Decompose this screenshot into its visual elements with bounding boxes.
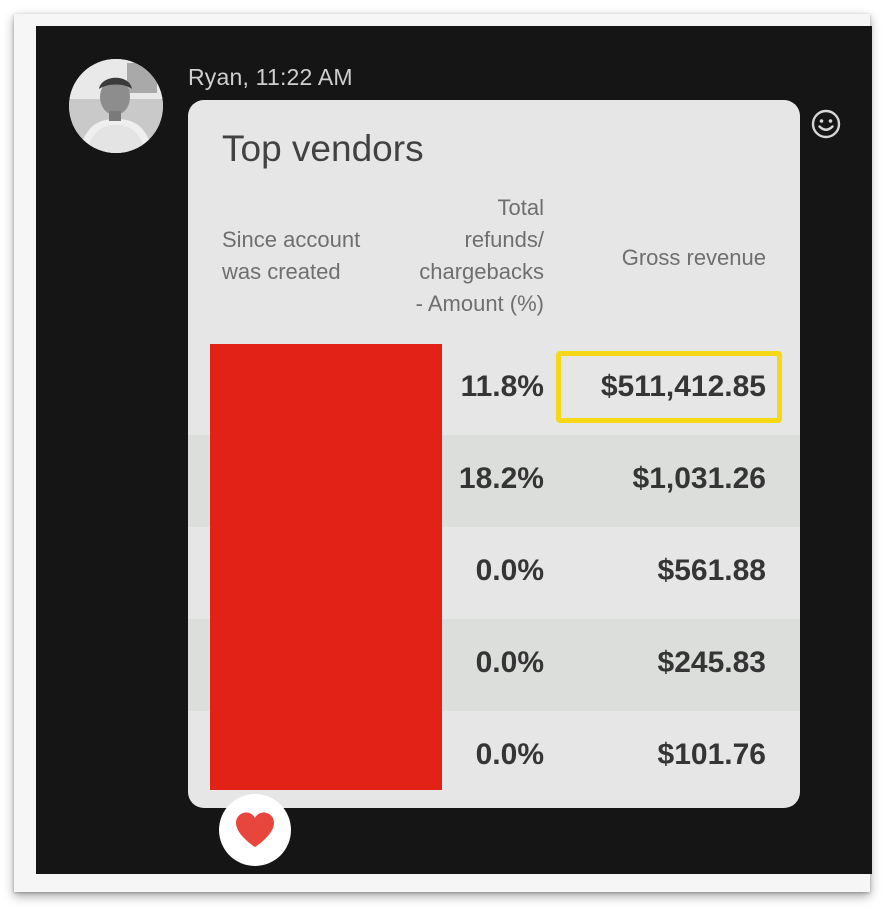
highlight-box xyxy=(556,351,782,423)
card-title: Top vendors xyxy=(222,128,424,169)
column-header-gross-revenue: Gross revenue xyxy=(621,245,766,270)
chat-pane: Ryan, 11:22 AM Top vendors Since account… xyxy=(36,26,872,874)
gross-revenue: $561.88 xyxy=(657,554,766,587)
column-header-refunds: Total refunds/ chargebacks - Amount (%) xyxy=(415,195,544,316)
smiley-icon xyxy=(811,109,841,139)
message-sender-time: Ryan, 11:22 AM xyxy=(188,64,353,90)
avatar-photo xyxy=(69,59,163,153)
gross-revenue: $245.83 xyxy=(657,646,766,679)
add-reaction-button[interactable] xyxy=(808,106,844,142)
screenshot-frame: Ryan, 11:22 AM Top vendors Since account… xyxy=(14,14,872,892)
avatar[interactable] xyxy=(69,59,163,153)
column-header-since: Since account was created xyxy=(222,227,361,284)
heart-icon xyxy=(236,812,274,847)
gross-revenue: $1,031.26 xyxy=(632,462,766,495)
heart-reaction-button[interactable] xyxy=(219,794,291,866)
vendor-names-redaction xyxy=(210,344,442,790)
gross-revenue: $101.76 xyxy=(657,738,766,771)
top-vendors-card: Top vendors Since account was created To… xyxy=(188,100,800,808)
